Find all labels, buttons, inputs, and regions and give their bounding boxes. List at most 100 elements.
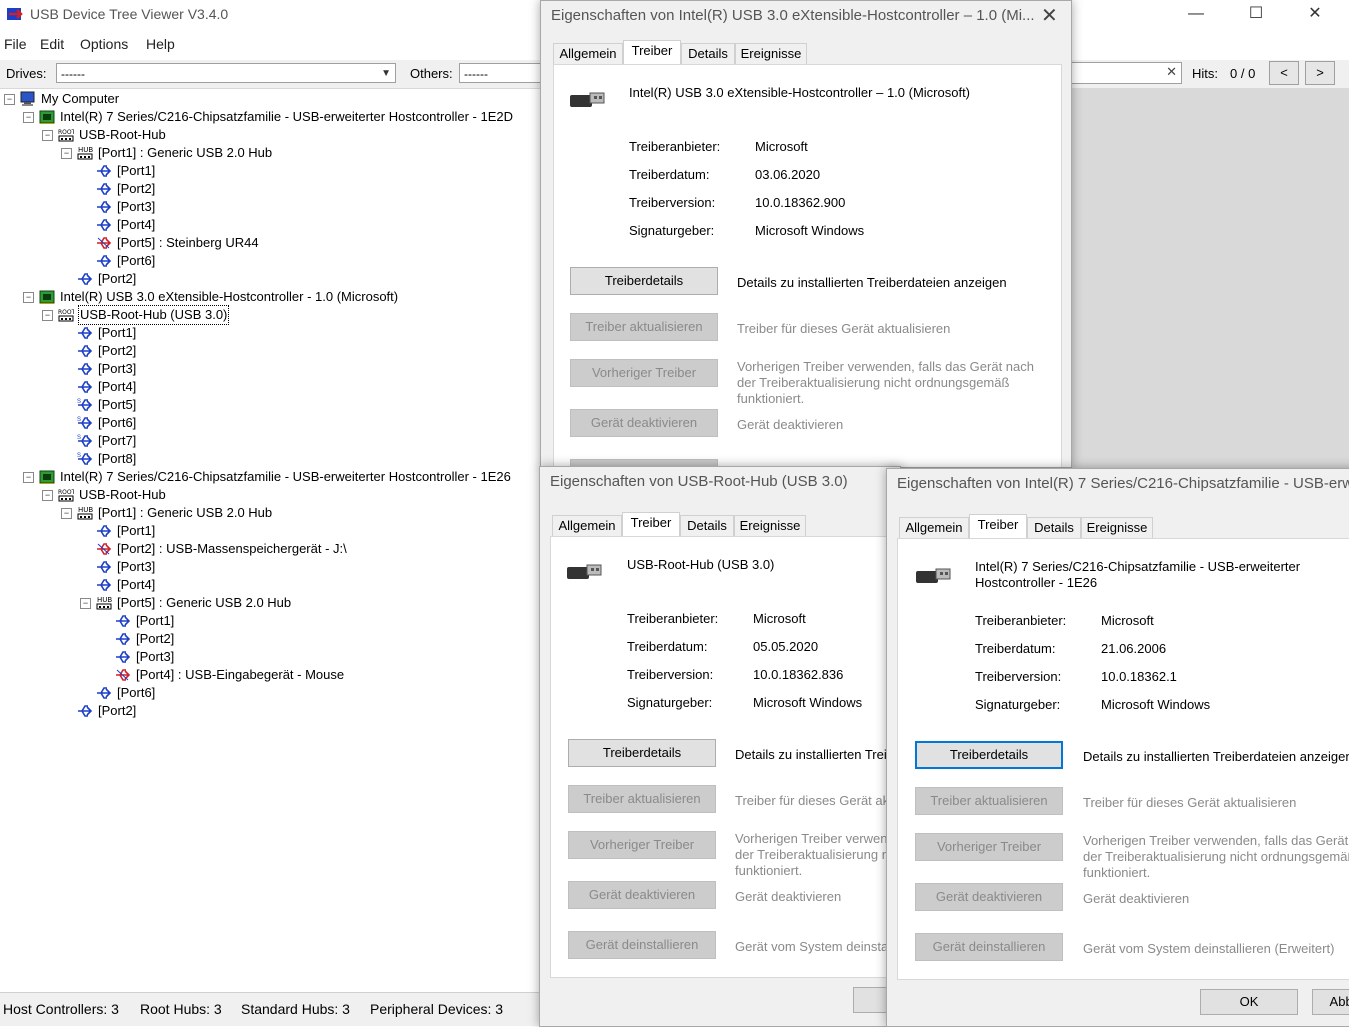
tree-node[interactable]: [Port4] : USB-Eingabegerät - Mouse	[99, 666, 540, 684]
disable-device-button[interactable]: Gerät deaktivieren	[568, 881, 716, 909]
rollback-driver-button[interactable]: Vorheriger Treiber	[915, 833, 1063, 861]
collapse-toggle-icon[interactable]: −	[42, 310, 53, 321]
ok-button[interactable]: OK	[1200, 989, 1298, 1015]
tree-node[interactable]: S [Port6]	[61, 414, 540, 432]
collapse-toggle-icon[interactable]: −	[61, 508, 72, 519]
tree-node[interactable]: − HUB [Port1] : Generic USB 2.0 Hub	[61, 144, 540, 162]
update-driver-button[interactable]: Treiber aktualisieren	[568, 785, 716, 813]
tree-node[interactable]: [Port6]	[80, 252, 540, 270]
tree-node[interactable]: [Port2]	[61, 270, 540, 288]
usb3-port-icon: S	[77, 435, 93, 447]
collapse-toggle-icon[interactable]: −	[23, 472, 34, 483]
collapse-toggle-icon[interactable]: −	[80, 598, 91, 609]
tree-node[interactable]: − ROOT USB-Root-Hub (USB 3.0)	[42, 305, 540, 325]
tree-node[interactable]: [Port1]	[80, 162, 540, 180]
tree-node[interactable]: [Port3]	[61, 360, 540, 378]
tab-ereignisse[interactable]: Ereignisse	[734, 515, 806, 537]
tree-node[interactable]: [Port6]	[80, 684, 540, 702]
tree-node[interactable]: [Port4]	[80, 216, 540, 234]
next-hit-button[interactable]: >	[1305, 61, 1335, 85]
tree-node[interactable]: [Port2]	[80, 180, 540, 198]
tab-allgemein[interactable]: Allgemein	[552, 515, 622, 537]
tab-details[interactable]: Details	[680, 515, 734, 537]
tree-node[interactable]: − Intel(R) 7 Series/C216-Chipsatzfamilie …	[23, 468, 540, 486]
tree-node[interactable]: − ROOT USB-Root-Hub	[42, 486, 540, 504]
collapse-toggle-icon[interactable]: −	[23, 292, 34, 303]
tree-node[interactable]: [Port4]	[80, 576, 540, 594]
tree-node[interactable]: − My Computer	[4, 90, 540, 108]
tree-node[interactable]: [Port2]	[61, 702, 540, 720]
tree-node[interactable]: [Port2] : USB-Massenspeichergerät - J:\	[80, 540, 540, 558]
tree-node[interactable]: [Port2]	[61, 342, 540, 360]
uninstall-device-button[interactable]: Gerät deinstallieren	[568, 931, 716, 959]
driver-details-button[interactable]: Treiberdetails	[568, 739, 716, 767]
driver-version-label: Treiberversion:	[629, 195, 716, 210]
tab-allgemein[interactable]: Allgemein	[553, 43, 623, 65]
close-icon[interactable]: ✕	[1041, 3, 1058, 28]
usb3-port-icon: S	[77, 399, 93, 411]
driver-details-button[interactable]: Treiberdetails	[915, 741, 1063, 769]
update-driver-button[interactable]: Treiber aktualisieren	[915, 787, 1063, 815]
tree-node[interactable]: [Port1]	[61, 324, 540, 342]
svg-text:HUB: HUB	[97, 596, 112, 604]
rollback-driver-desc: Vorherigen Treiber verwenden, falls das …	[735, 831, 900, 878]
tab-treiber[interactable]: Treiber	[623, 40, 681, 64]
tree-node[interactable]: − HUB [Port1] : Generic USB 2.0 Hub	[61, 504, 540, 522]
previous-hit-button[interactable]: <	[1269, 61, 1299, 85]
menu-edit[interactable]: Edit	[40, 36, 64, 52]
tree-node[interactable]: [Port1]	[99, 612, 540, 630]
tree-node[interactable]: [Port3]	[80, 558, 540, 576]
usb-device-icon	[570, 92, 605, 107]
tree-node[interactable]: − Intel(R) USB 3.0 eXtensible-Hostcontrol…	[23, 288, 540, 306]
maximize-button[interactable]: ☐	[1233, 0, 1279, 30]
tree-node[interactable]: − HUB [Port5] : Generic USB 2.0 Hub	[80, 594, 540, 612]
tree-node[interactable]: − Intel(R) 7 Series/C216-Chipsatzfamilie …	[23, 108, 540, 126]
tree-node[interactable]: [Port3]	[80, 198, 540, 216]
menu-file[interactable]: File	[4, 36, 27, 52]
collapse-toggle-icon[interactable]: −	[23, 112, 34, 123]
minimize-button[interactable]: —	[1173, 0, 1219, 30]
rollback-driver-button[interactable]: Vorheriger Treiber	[570, 359, 718, 387]
tree-node[interactable]: [Port4]	[61, 378, 540, 396]
menu-help[interactable]: Help	[146, 36, 175, 52]
tree-node[interactable]: S [Port5]	[61, 396, 540, 414]
drives-dropdown[interactable]: ------ ▼	[56, 63, 396, 83]
tree-node[interactable]: [Port2]	[99, 630, 540, 648]
driver-panel: USB-Root-Hub (USB 3.0) Treiberanbieter: …	[550, 536, 900, 978]
tab-details[interactable]: Details	[681, 43, 735, 65]
tree-node-label: [Port5]	[98, 397, 137, 412]
tree-node-label: [Port8]	[98, 451, 137, 466]
hub-icon: HUB	[77, 146, 93, 160]
tab-treiber[interactable]: Treiber	[969, 514, 1027, 538]
tab-details[interactable]: Details	[1027, 517, 1081, 539]
rollback-driver-button[interactable]: Vorheriger Treiber	[568, 831, 716, 859]
cancel-button[interactable]: Abbrechen	[1312, 989, 1349, 1015]
tree-node[interactable]: S [Port8]	[61, 450, 540, 468]
tree-node[interactable]: [Port5] : Steinberg UR44	[80, 234, 540, 252]
usb-port-icon	[116, 651, 131, 663]
update-driver-button[interactable]: Treiber aktualisieren	[570, 313, 718, 341]
disable-device-button[interactable]: Gerät deaktivieren	[570, 409, 718, 437]
collapse-toggle-icon[interactable]: −	[61, 148, 72, 159]
tree-node[interactable]: S [Port7]	[61, 432, 540, 450]
collapse-toggle-icon[interactable]: −	[42, 490, 53, 501]
collapse-toggle-icon[interactable]: −	[4, 94, 15, 105]
tree-node[interactable]: [Port3]	[99, 648, 540, 666]
driver-details-button[interactable]: Treiberdetails	[570, 267, 718, 295]
tab-treiber[interactable]: Treiber	[622, 512, 680, 536]
tree-node-label: [Port1]	[117, 163, 156, 178]
tab-ereignisse[interactable]: Ereignisse	[735, 43, 807, 65]
close-button[interactable]: ✕	[1292, 0, 1338, 30]
others-dropdown[interactable]: ------	[459, 63, 541, 83]
uninstall-device-button[interactable]: Gerät deinstallieren	[915, 933, 1063, 961]
clear-search-icon[interactable]: ✕	[1166, 64, 1177, 80]
search-input[interactable]: ✕	[1068, 62, 1182, 84]
tree-node[interactable]: − ROOT USB-Root-Hub	[42, 126, 540, 144]
tab-allgemein[interactable]: Allgemein	[899, 517, 969, 539]
collapse-toggle-icon[interactable]: −	[42, 130, 53, 141]
tree-node[interactable]: [Port1]	[80, 522, 540, 540]
signer-value: Microsoft Windows	[755, 223, 865, 238]
disable-device-button[interactable]: Gerät deaktivieren	[915, 883, 1063, 911]
menu-options[interactable]: Options	[80, 36, 128, 52]
tab-ereignisse[interactable]: Ereignisse	[1081, 517, 1153, 539]
